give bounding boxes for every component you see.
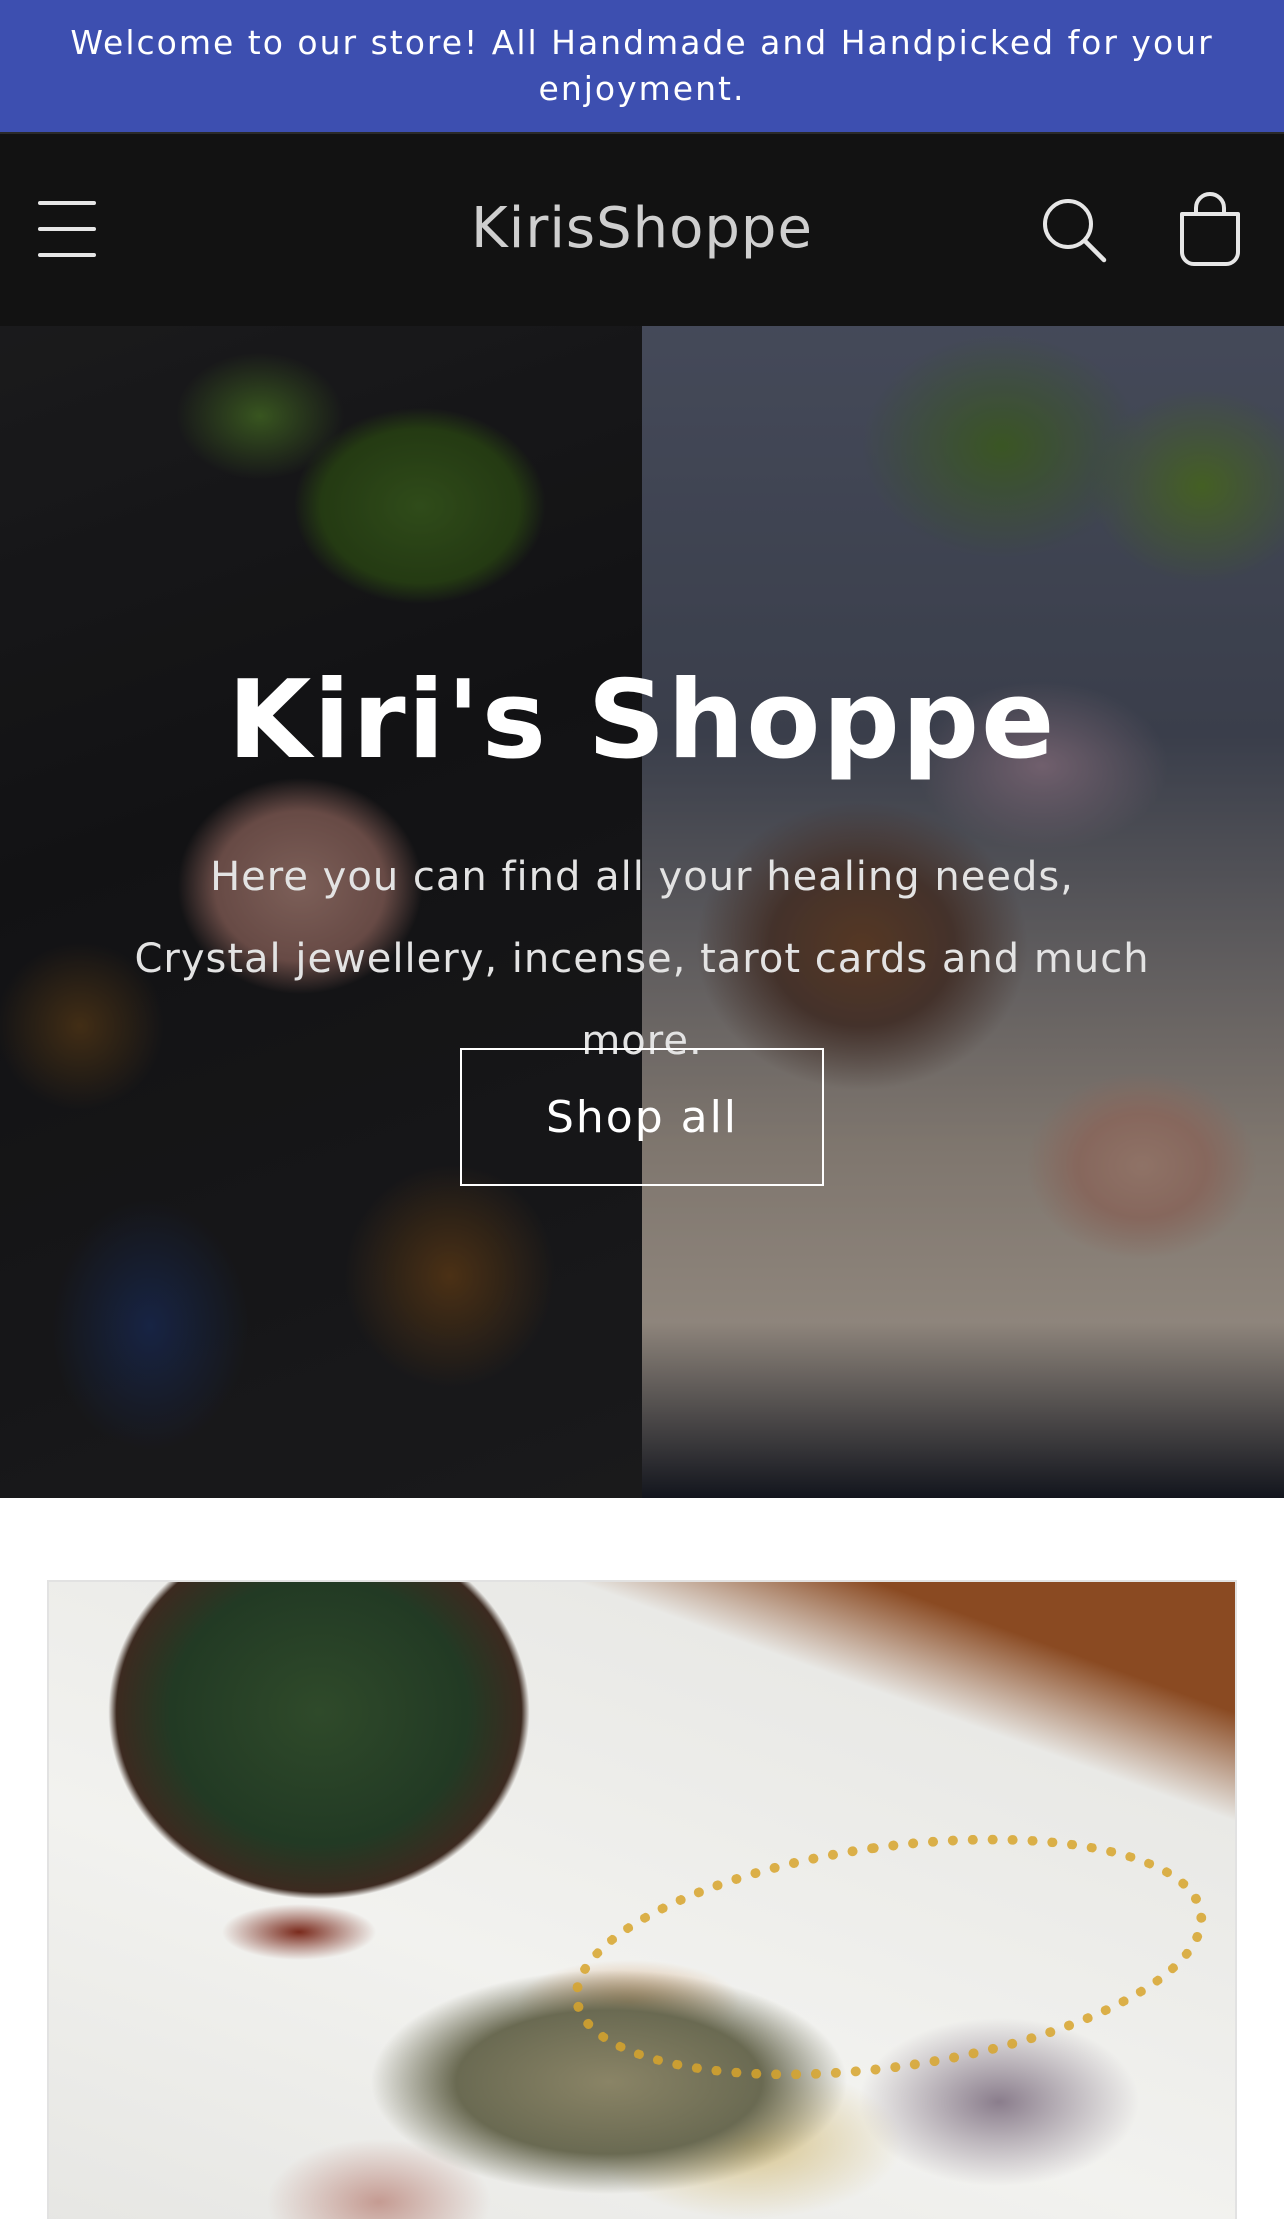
bead-bracelet-shape xyxy=(556,1798,1222,2116)
announcement-text: Welcome to our store! All Handmade and H… xyxy=(70,23,1214,108)
cart-button[interactable] xyxy=(1176,192,1244,266)
shop-all-button[interactable]: Shop all xyxy=(460,1048,824,1186)
hero-banner: Kiri's Shoppe Here you can find all your… xyxy=(0,326,1284,1498)
search-icon xyxy=(1043,199,1107,263)
announcement-bar: Welcome to our store! All Handmade and H… xyxy=(0,0,1284,132)
cart-icon xyxy=(1180,192,1240,266)
hero-title: Kiri's Shoppe xyxy=(227,658,1057,783)
hero-content: Kiri's Shoppe Here you can find all your… xyxy=(0,326,1284,1498)
hero-subtitle: Here you can find all your healing needs… xyxy=(134,854,1150,1064)
search-button[interactable] xyxy=(1040,196,1110,266)
storefront-page: Welcome to our store! All Handmade and H… xyxy=(0,0,1284,2219)
site-header: KirisShoppe xyxy=(0,132,1284,326)
featured-image-crystal-sphere-bracelet[interactable] xyxy=(47,1580,1237,2219)
